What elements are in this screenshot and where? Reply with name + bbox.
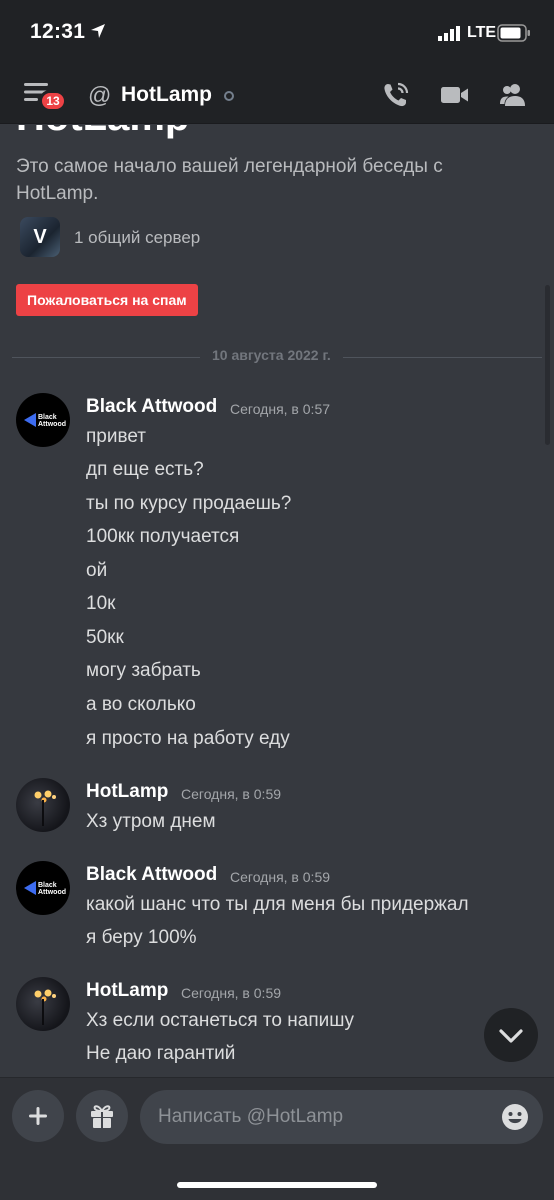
location-arrow-icon (91, 24, 105, 38)
message-text: могу забрать (86, 660, 201, 681)
avatar[interactable] (16, 778, 70, 832)
mutual-servers-link[interactable]: 1 общий сервер (74, 228, 200, 248)
plus-icon (29, 1107, 47, 1125)
message-input-placeholder: Написать @HotLamp (158, 1106, 344, 1127)
offline-status-indicator (224, 91, 234, 101)
message-text: 10к (86, 593, 116, 614)
message-text: какой шанс что ты для меня бы придержал (86, 894, 469, 915)
message-text: дп еще есть? (86, 459, 204, 480)
black-attwood-logo-icon: Black Attwood (24, 881, 66, 896)
gift-button[interactable] (76, 1090, 128, 1142)
battery-icon (497, 24, 530, 42)
conversation-intro: Это самое начало вашей легендарной бесед… (16, 156, 443, 204)
message-text: Хз утром днем (86, 811, 216, 832)
message-text: 50кк (86, 627, 124, 648)
chevron-down-icon (499, 1029, 523, 1043)
message-timestamp: Сегодня, в 0:59 (230, 869, 331, 885)
message-text: ты по курсу продаешь? (86, 493, 292, 514)
report-spam-button[interactable]: Пожаловаться на спам (16, 284, 198, 316)
street-lamp-photo-icon (34, 989, 56, 1025)
svg-text:Black: Black (38, 882, 57, 889)
scrollbar[interactable] (545, 285, 550, 445)
avatar[interactable]: Black Attwood (16, 861, 70, 915)
date-divider: 10 августа 2022 г. (200, 347, 343, 363)
unread-badge: 13 (39, 90, 67, 112)
message-timestamp: Сегодня, в 0:59 (181, 985, 282, 1001)
gift-icon (91, 1105, 113, 1128)
message-text: 100кк получается (86, 526, 240, 547)
emoji-icon[interactable] (500, 1102, 530, 1132)
mutual-server-icon[interactable]: V (20, 217, 60, 257)
message-input[interactable]: Написать @HotLamp (140, 1090, 543, 1144)
voice-call-icon[interactable] (381, 80, 411, 110)
video-call-icon[interactable] (440, 80, 470, 110)
message-text: я просто на работу еду (86, 728, 290, 749)
message-text: ой (86, 560, 108, 581)
message-text: я беру 100% (86, 927, 197, 948)
network-type: LTE (467, 24, 497, 41)
message-author[interactable]: Black Attwood (86, 864, 217, 886)
message-text: а во сколько (86, 694, 196, 715)
at-icon: @ (88, 82, 112, 108)
message-timestamp: Сегодня, в 0:57 (230, 401, 331, 417)
avatar[interactable]: Black Attwood (16, 393, 70, 447)
avatar[interactable] (16, 977, 70, 1031)
home-indicator (177, 1182, 377, 1188)
message-list[interactable]: HotLamp Это самое начало вашей легендарн… (0, 125, 554, 1077)
status-bar: 12:31 LTE (0, 0, 554, 64)
channel-header: 13 @ HotLamp (0, 64, 554, 124)
message-text: Не даю гарантий (86, 1043, 236, 1064)
cellular-signal-icon (438, 26, 460, 41)
message-timestamp: Сегодня, в 0:59 (181, 786, 282, 802)
members-icon[interactable] (498, 80, 528, 110)
svg-text:Attwood: Attwood (38, 421, 66, 428)
conversation-title: HotLamp (16, 125, 189, 140)
jump-to-bottom-button[interactable] (484, 1008, 538, 1062)
message-author[interactable]: HotLamp (86, 781, 168, 803)
message-text: Хз если останеться то напишу (86, 1010, 354, 1031)
svg-text:Attwood: Attwood (38, 889, 66, 896)
message-author[interactable]: HotLamp (86, 980, 168, 1002)
message-author[interactable]: Black Attwood (86, 396, 217, 418)
channel-title: HotLamp (121, 83, 212, 106)
street-lamp-photo-icon (34, 790, 56, 826)
black-attwood-logo-icon: Black Attwood (24, 413, 66, 428)
message-text: привет (86, 426, 146, 447)
attach-button[interactable] (12, 1090, 64, 1142)
svg-text:Black: Black (38, 414, 57, 421)
status-time: 12:31 (30, 20, 86, 43)
